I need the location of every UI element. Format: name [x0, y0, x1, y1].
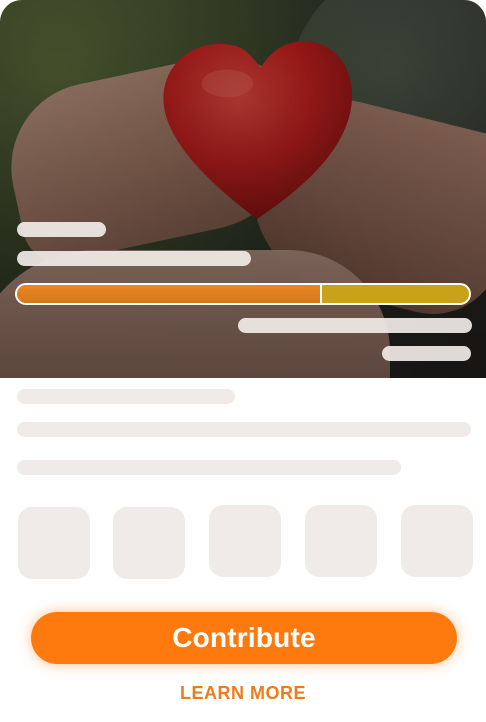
raised-amount-placeholder	[238, 318, 472, 333]
text-placeholder-3	[17, 460, 401, 475]
amount-option-placeholder[interactable]	[209, 505, 281, 577]
title-placeholder	[17, 222, 106, 237]
hero-image	[0, 0, 486, 378]
text-placeholder-2	[17, 422, 471, 437]
goal-amount-placeholder	[382, 346, 471, 361]
funding-progress-bar	[15, 283, 471, 305]
fundraiser-card: Contribute LEARN MORE	[0, 0, 486, 722]
amount-option-placeholder[interactable]	[113, 507, 185, 579]
amount-option-placeholder[interactable]	[18, 507, 90, 579]
text-placeholder-1	[17, 389, 235, 404]
amount-option-placeholder[interactable]	[401, 505, 473, 577]
learn-more-link[interactable]: LEARN MORE	[0, 683, 486, 704]
subtitle-placeholder	[17, 251, 251, 266]
amount-option-placeholder[interactable]	[305, 505, 377, 577]
progress-fill	[17, 285, 322, 303]
contribute-button[interactable]: Contribute	[31, 612, 457, 664]
